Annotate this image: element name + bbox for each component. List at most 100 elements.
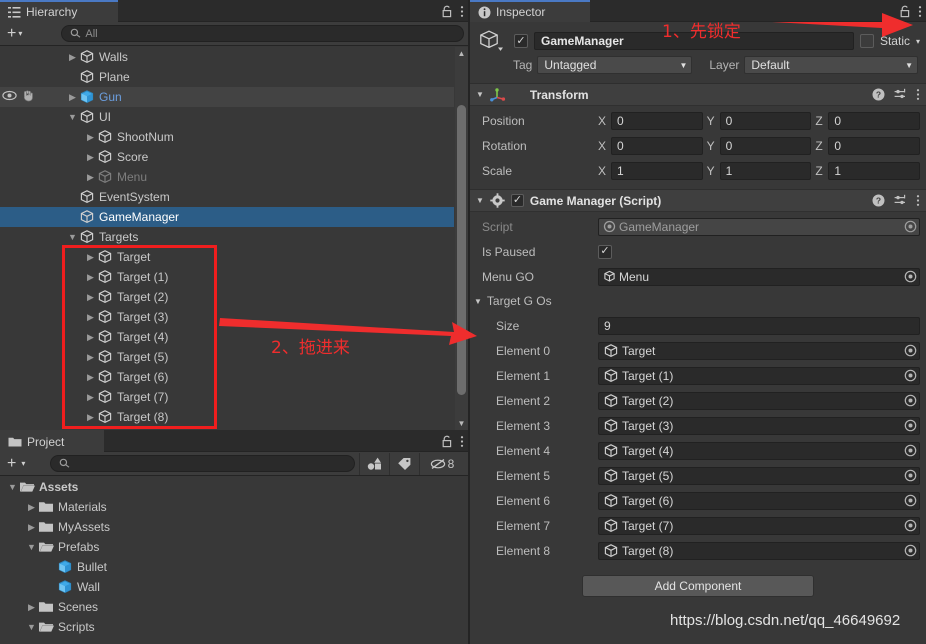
project-row[interactable]: ▸ Bullet <box>0 557 468 577</box>
transform-y-input[interactable]: 0 <box>719 111 812 130</box>
array-element-object-field[interactable]: Target <box>598 341 920 360</box>
hierarchy-row[interactable]: ▶ Score <box>0 147 454 167</box>
lock-icon[interactable] <box>441 435 453 448</box>
hierarchy-row[interactable]: ▶ Target (6) <box>0 367 454 387</box>
array-element-object-field[interactable]: Target (2) <box>598 391 920 410</box>
object-picker-icon[interactable] <box>904 544 917 557</box>
disclosure-triangle[interactable]: ▶ <box>84 392 97 403</box>
hierarchy-row[interactable]: ▶ Target (3) <box>0 307 454 327</box>
kebab-menu-icon[interactable] <box>916 194 920 207</box>
transform-foldout-caret[interactable]: ▼ <box>476 90 484 99</box>
disclosure-triangle[interactable]: ▸ <box>66 72 79 83</box>
kebab-menu-icon[interactable] <box>918 5 922 18</box>
object-picker-icon[interactable] <box>904 494 917 507</box>
is-paused-checkbox[interactable]: ✓ <box>598 244 612 259</box>
disclosure-triangle[interactable]: ▶ <box>84 172 97 183</box>
layer-dropdown[interactable]: Default ▼ <box>744 56 918 74</box>
project-row[interactable]: ▶ MyAssets <box>0 517 468 537</box>
disclosure-triangle[interactable]: ▸ <box>44 562 57 573</box>
preset-icon[interactable] <box>894 88 907 101</box>
target-gos-foldout-caret[interactable]: ▼ <box>474 297 482 306</box>
object-picker-icon[interactable] <box>904 419 917 432</box>
disclosure-triangle[interactable]: ▶ <box>25 502 38 513</box>
disclosure-triangle[interactable]: ▶ <box>84 152 97 163</box>
array-size-input[interactable]: 9 <box>598 316 920 335</box>
hierarchy-row[interactable]: ▶ Target (7) <box>0 387 454 407</box>
kebab-menu-icon[interactable] <box>916 88 920 101</box>
scroll-up-arrow[interactable]: ▲ <box>455 47 468 60</box>
hierarchy-row[interactable]: ▶ Target (8) <box>0 407 454 427</box>
hierarchy-tree[interactable]: ▶Walls▸Plane▶Gun▼UI▶ShootNum▶Score▶Menu▸… <box>0 47 454 430</box>
game-manager-header[interactable]: ▼ ✓ Game Manager (Script) ? <box>470 189 926 212</box>
disclosure-triangle[interactable]: ▶ <box>25 602 38 613</box>
object-picker-icon[interactable] <box>904 469 917 482</box>
disclosure-triangle[interactable]: ▼ <box>66 232 79 242</box>
array-element-object-field[interactable]: Target (4) <box>598 441 920 460</box>
hierarchy-row[interactable]: ▼ Targets <box>0 227 454 247</box>
hierarchy-row[interactable]: ▸ Plane <box>0 67 454 87</box>
transform-y-input[interactable]: 0 <box>719 136 812 155</box>
disclosure-triangle[interactable]: ▸ <box>44 582 57 593</box>
object-picker-icon[interactable] <box>904 220 917 233</box>
disclosure-triangle[interactable]: ▶ <box>84 272 97 283</box>
transform-x-input[interactable]: 0 <box>611 111 703 130</box>
disclosure-triangle[interactable]: ▶ <box>84 352 97 363</box>
disclosure-triangle[interactable]: ▶ <box>25 522 38 533</box>
disclosure-triangle[interactable]: ▸ <box>66 212 79 223</box>
tag-dropdown[interactable]: Untagged ▼ <box>537 56 693 74</box>
transform-z-input[interactable]: 1 <box>828 161 921 180</box>
transform-z-input[interactable]: 0 <box>828 111 921 130</box>
eye-icon[interactable] <box>2 90 17 104</box>
project-row[interactable]: ▶ Scenes <box>0 597 468 617</box>
disclosure-triangle[interactable]: ▶ <box>66 52 79 63</box>
target-gos-array-row[interactable]: ▼ Target G Os <box>470 289 926 313</box>
hierarchy-row[interactable]: ▶ Walls <box>0 47 454 67</box>
disclosure-triangle[interactable]: ▶ <box>84 372 97 383</box>
transform-y-input[interactable]: 1 <box>719 161 812 180</box>
object-picker-icon[interactable] <box>904 270 917 283</box>
help-icon[interactable]: ? <box>872 194 885 207</box>
help-icon[interactable]: ? <box>872 88 885 101</box>
object-picker-icon[interactable] <box>904 394 917 407</box>
script-enabled-checkbox[interactable]: ✓ <box>510 194 524 207</box>
project-create-menu-button[interactable]: + ▾ <box>4 455 28 472</box>
preset-icon[interactable] <box>894 194 907 207</box>
hierarchy-scroll-thumb[interactable] <box>457 105 466 395</box>
project-row[interactable]: ▸ Wall <box>0 577 468 597</box>
lock-icon[interactable] <box>899 5 911 18</box>
project-tree[interactable]: ▼Assets▶Materials▶MyAssets▼Prefabs▸Bulle… <box>0 477 468 644</box>
tab-project[interactable]: Project <box>0 430 104 452</box>
array-element-object-field[interactable]: Target (5) <box>598 466 920 485</box>
disclosure-triangle[interactable]: ▼ <box>66 112 79 122</box>
disclosure-triangle[interactable]: ▼ <box>6 482 19 492</box>
object-picker-icon[interactable] <box>904 344 917 357</box>
disclosure-triangle[interactable]: ▶ <box>84 252 97 263</box>
transform-x-input[interactable]: 1 <box>611 161 703 180</box>
project-row[interactable]: ▶ Materials <box>0 497 468 517</box>
array-element-object-field[interactable]: Target (3) <box>598 416 920 435</box>
hierarchy-scrollbar[interactable]: ▲ ▼ <box>455 47 468 430</box>
project-row[interactable]: ▼ Assets <box>0 477 468 497</box>
array-element-object-field[interactable]: Target (6) <box>598 491 920 510</box>
tab-hierarchy[interactable]: Hierarchy <box>0 0 118 22</box>
disclosure-triangle[interactable]: ▶ <box>84 412 97 423</box>
menu-go-object-field[interactable]: Menu <box>598 267 920 286</box>
script-foldout-caret[interactable]: ▼ <box>476 196 484 205</box>
disclosure-triangle[interactable]: ▶ <box>84 292 97 303</box>
disclosure-triangle[interactable]: ▶ <box>66 92 79 103</box>
disclosure-triangle[interactable]: ▸ <box>66 192 79 203</box>
hierarchy-search-input[interactable]: All <box>61 25 464 42</box>
hierarchy-row[interactable]: ▶ Target <box>0 247 454 267</box>
tab-inspector[interactable]: Inspector <box>470 0 590 22</box>
hierarchy-row[interactable]: ▶ Target (4) <box>0 327 454 347</box>
hierarchy-row[interactable]: ▶ Target (1) <box>0 267 454 287</box>
hand-icon[interactable] <box>21 89 34 105</box>
disclosure-triangle[interactable]: ▶ <box>84 312 97 323</box>
lock-icon[interactable] <box>441 5 453 18</box>
disclosure-triangle[interactable]: ▼ <box>25 622 38 632</box>
kebab-menu-icon[interactable] <box>460 5 464 18</box>
hierarchy-row[interactable]: ▶ Menu <box>0 167 454 187</box>
hierarchy-row[interactable]: ▶ Target (2) <box>0 287 454 307</box>
gameobject-active-checkbox[interactable]: ✓ <box>514 34 528 48</box>
visibility-toggles[interactable] <box>2 87 34 107</box>
